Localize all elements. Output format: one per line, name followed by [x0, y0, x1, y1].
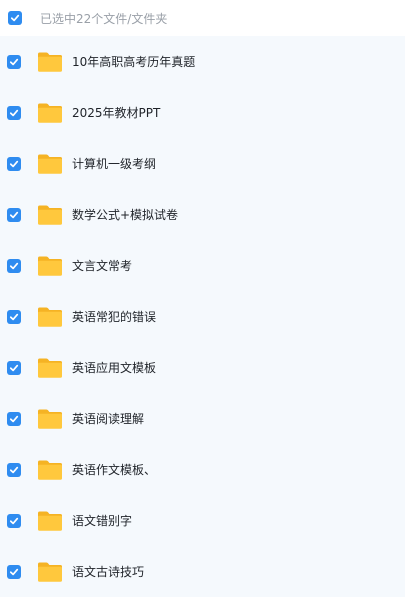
- item-checkbox[interactable]: [7, 360, 21, 375]
- folder-icon: [38, 256, 62, 276]
- file-name: 英语应用文模板: [72, 361, 157, 375]
- file-name: 语文错别字: [72, 514, 133, 528]
- folder-icon: [38, 205, 62, 225]
- item-checkbox[interactable]: [7, 564, 21, 579]
- file-selection-page: 已选中22个文件/文件夹 10年高职高考历年真题 2025年教材PPT 计算机一…: [0, 0, 405, 597]
- check-icon: [9, 517, 19, 524]
- folder-icon: [38, 358, 62, 378]
- item-checkbox[interactable]: [7, 309, 21, 324]
- list-item[interactable]: 计算机一级考纲: [0, 138, 405, 189]
- list-item[interactable]: 英语作文模板、: [0, 444, 405, 495]
- item-checkbox[interactable]: [7, 513, 21, 528]
- folder-icon: [38, 409, 62, 429]
- folder-icon: [38, 511, 62, 531]
- folder-icon: [38, 562, 62, 582]
- check-icon: [9, 58, 19, 65]
- folder-icon: [38, 154, 62, 174]
- file-name: 英语阅读理解: [72, 412, 145, 426]
- item-checkbox[interactable]: [7, 105, 21, 120]
- check-icon: [9, 211, 19, 218]
- list-item[interactable]: 文言文常考: [0, 240, 405, 291]
- folder-icon: [38, 52, 62, 72]
- check-icon: [9, 466, 19, 473]
- list-item[interactable]: 语文错别字: [0, 495, 405, 546]
- file-list: 10年高职高考历年真题 2025年教材PPT 计算机一级考纲 数学公式+模拟试卷…: [0, 36, 405, 597]
- item-checkbox[interactable]: [7, 462, 21, 477]
- list-item[interactable]: 语文古诗技巧: [0, 546, 405, 597]
- file-name: 计算机一级考纲: [72, 157, 157, 171]
- item-checkbox[interactable]: [7, 411, 21, 426]
- check-icon: [9, 415, 19, 422]
- check-icon: [9, 262, 19, 269]
- check-icon: [10, 14, 20, 22]
- file-name: 2025年教材PPT: [72, 106, 161, 120]
- selection-header: 已选中22个文件/文件夹: [0, 0, 405, 36]
- folder-icon: [38, 103, 62, 123]
- list-item[interactable]: 英语常犯的错误: [0, 291, 405, 342]
- selection-count-text: 已选中22个文件/文件夹: [40, 11, 168, 26]
- check-icon: [9, 109, 19, 116]
- list-item[interactable]: 2025年教材PPT: [0, 87, 405, 138]
- item-checkbox[interactable]: [7, 258, 21, 273]
- item-checkbox[interactable]: [7, 156, 21, 171]
- file-name: 文言文常考: [72, 259, 133, 273]
- list-item[interactable]: 10年高职高考历年真题: [0, 36, 405, 87]
- file-name: 数学公式+模拟试卷: [72, 208, 179, 222]
- check-icon: [9, 568, 19, 575]
- folder-icon: [38, 307, 62, 327]
- folder-icon: [38, 460, 62, 480]
- file-name: 10年高职高考历年真题: [72, 55, 196, 69]
- file-name: 英语常犯的错误: [72, 310, 157, 324]
- item-checkbox[interactable]: [7, 207, 21, 222]
- list-item[interactable]: 英语应用文模板: [0, 342, 405, 393]
- select-all-checkbox[interactable]: [8, 11, 22, 25]
- check-icon: [9, 364, 19, 371]
- item-checkbox[interactable]: [7, 54, 21, 69]
- file-name: 语文古诗技巧: [72, 565, 145, 579]
- check-icon: [9, 160, 19, 167]
- list-item[interactable]: 英语阅读理解: [0, 393, 405, 444]
- file-name: 英语作文模板、: [72, 463, 157, 477]
- check-icon: [9, 313, 19, 320]
- list-item[interactable]: 数学公式+模拟试卷: [0, 189, 405, 240]
